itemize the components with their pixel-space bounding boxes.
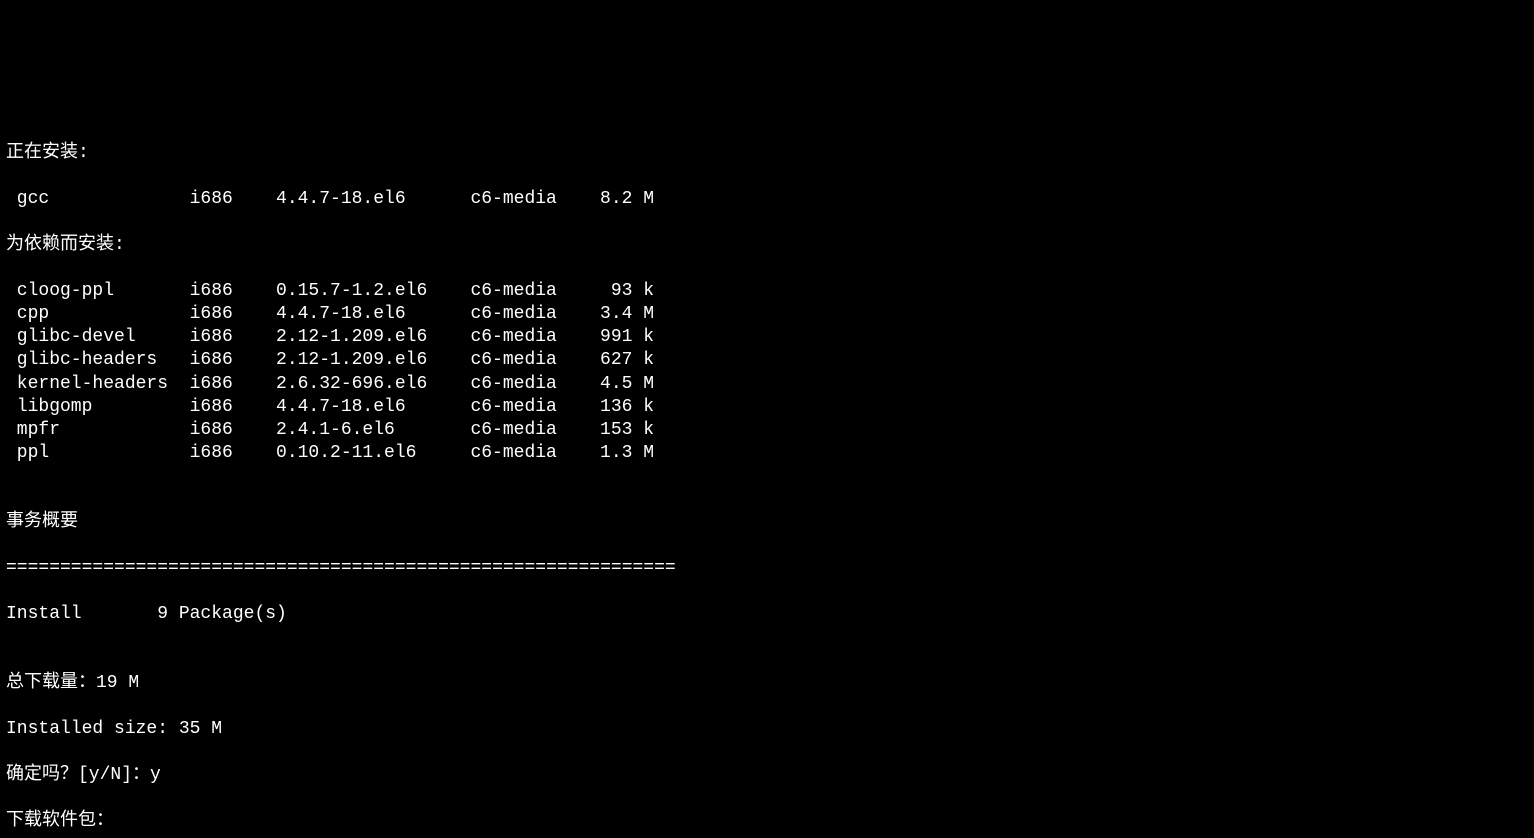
pkg-repo: c6-media (470, 326, 578, 349)
package-row: glibc-devel i686 2.12-1.209.el6 c6-media… (6, 326, 1528, 349)
pkg-size: 93 k (589, 280, 654, 303)
confirm-prompt-1[interactable]: 确定吗？[y/N]：y (6, 764, 1528, 787)
summary-title: 事务概要 (6, 511, 1528, 534)
downloading-packages: 下载软件包： (6, 810, 1528, 833)
pkg-version: 2.12-1.209.el6 (276, 326, 449, 349)
pkg-name: gcc (6, 188, 179, 211)
pkg-arch: i686 (190, 396, 255, 419)
pkg-version: 4.4.7-18.el6 (276, 396, 449, 419)
installed-size: Installed size: 35 M (6, 718, 1528, 741)
section-installing: 正在安装: (6, 142, 1528, 165)
pkg-arch: i686 (190, 303, 255, 326)
package-row: glibc-headers i686 2.12-1.209.el6 c6-med… (6, 349, 1528, 372)
pkg-size: 136 k (589, 396, 654, 419)
terminal-output: 正在安装: gcc i686 4.4.7-18.el6 c6-media 8.2… (0, 115, 1534, 838)
pkg-size: 1.3 M (589, 442, 654, 465)
package-row: kernel-headers i686 2.6.32-696.el6 c6-me… (6, 373, 1528, 396)
pkg-name: kernel-headers (6, 373, 179, 396)
pkg-size: 991 k (589, 326, 654, 349)
pkg-version: 2.6.32-696.el6 (276, 373, 449, 396)
pkg-arch: i686 (190, 326, 255, 349)
install-count: Install 9 Package(s) (6, 603, 1528, 626)
pkg-version: 0.10.2-11.el6 (276, 442, 449, 465)
pkg-name: cpp (6, 303, 179, 326)
pkg-repo: c6-media (470, 188, 578, 211)
package-row: ppl i686 0.10.2-11.el6 c6-media 1.3 M (6, 442, 1528, 465)
pkg-name: mpfr (6, 419, 179, 442)
pkg-arch: i686 (190, 419, 255, 442)
pkg-size: 627 k (589, 349, 654, 372)
pkg-arch: i686 (190, 373, 255, 396)
package-row: gcc i686 4.4.7-18.el6 c6-media 8.2 M (6, 188, 1528, 211)
pkg-repo: c6-media (470, 419, 578, 442)
pkg-version: 4.4.7-18.el6 (276, 303, 449, 326)
pkg-arch: i686 (190, 188, 255, 211)
total-download: 总下载量：19 M (6, 672, 1528, 695)
pkg-name: glibc-devel (6, 326, 179, 349)
package-row: cpp i686 4.4.7-18.el6 c6-media 3.4 M (6, 303, 1528, 326)
pkg-repo: c6-media (470, 442, 578, 465)
pkg-repo: c6-media (470, 396, 578, 419)
pkg-arch: i686 (190, 442, 255, 465)
pkg-name: libgomp (6, 396, 179, 419)
package-row: mpfr i686 2.4.1-6.el6 c6-media 153 k (6, 419, 1528, 442)
pkg-size: 8.2 M (589, 188, 654, 211)
pkg-repo: c6-media (470, 303, 578, 326)
package-row: cloog-ppl i686 0.15.7-1.2.el6 c6-media 9… (6, 280, 1528, 303)
pkg-name: cloog-ppl (6, 280, 179, 303)
pkg-size: 3.4 M (589, 303, 654, 326)
pkg-size: 153 k (589, 419, 654, 442)
pkg-size: 4.5 M (589, 373, 654, 396)
pkg-arch: i686 (190, 280, 255, 303)
pkg-version: 2.12-1.209.el6 (276, 349, 449, 372)
pkg-version: 4.4.7-18.el6 (276, 188, 449, 211)
package-row: libgomp i686 4.4.7-18.el6 c6-media 136 k (6, 396, 1528, 419)
pkg-arch: i686 (190, 349, 255, 372)
pkg-name: ppl (6, 442, 179, 465)
pkg-version: 0.15.7-1.2.el6 (276, 280, 449, 303)
pkg-version: 2.4.1-6.el6 (276, 419, 449, 442)
pkg-repo: c6-media (470, 280, 578, 303)
pkg-name: glibc-headers (6, 349, 179, 372)
section-dep-installing: 为依赖而安装: (6, 234, 1528, 257)
pkg-repo: c6-media (470, 349, 578, 372)
pkg-repo: c6-media (470, 373, 578, 396)
summary-separator: ========================================… (6, 557, 1528, 580)
